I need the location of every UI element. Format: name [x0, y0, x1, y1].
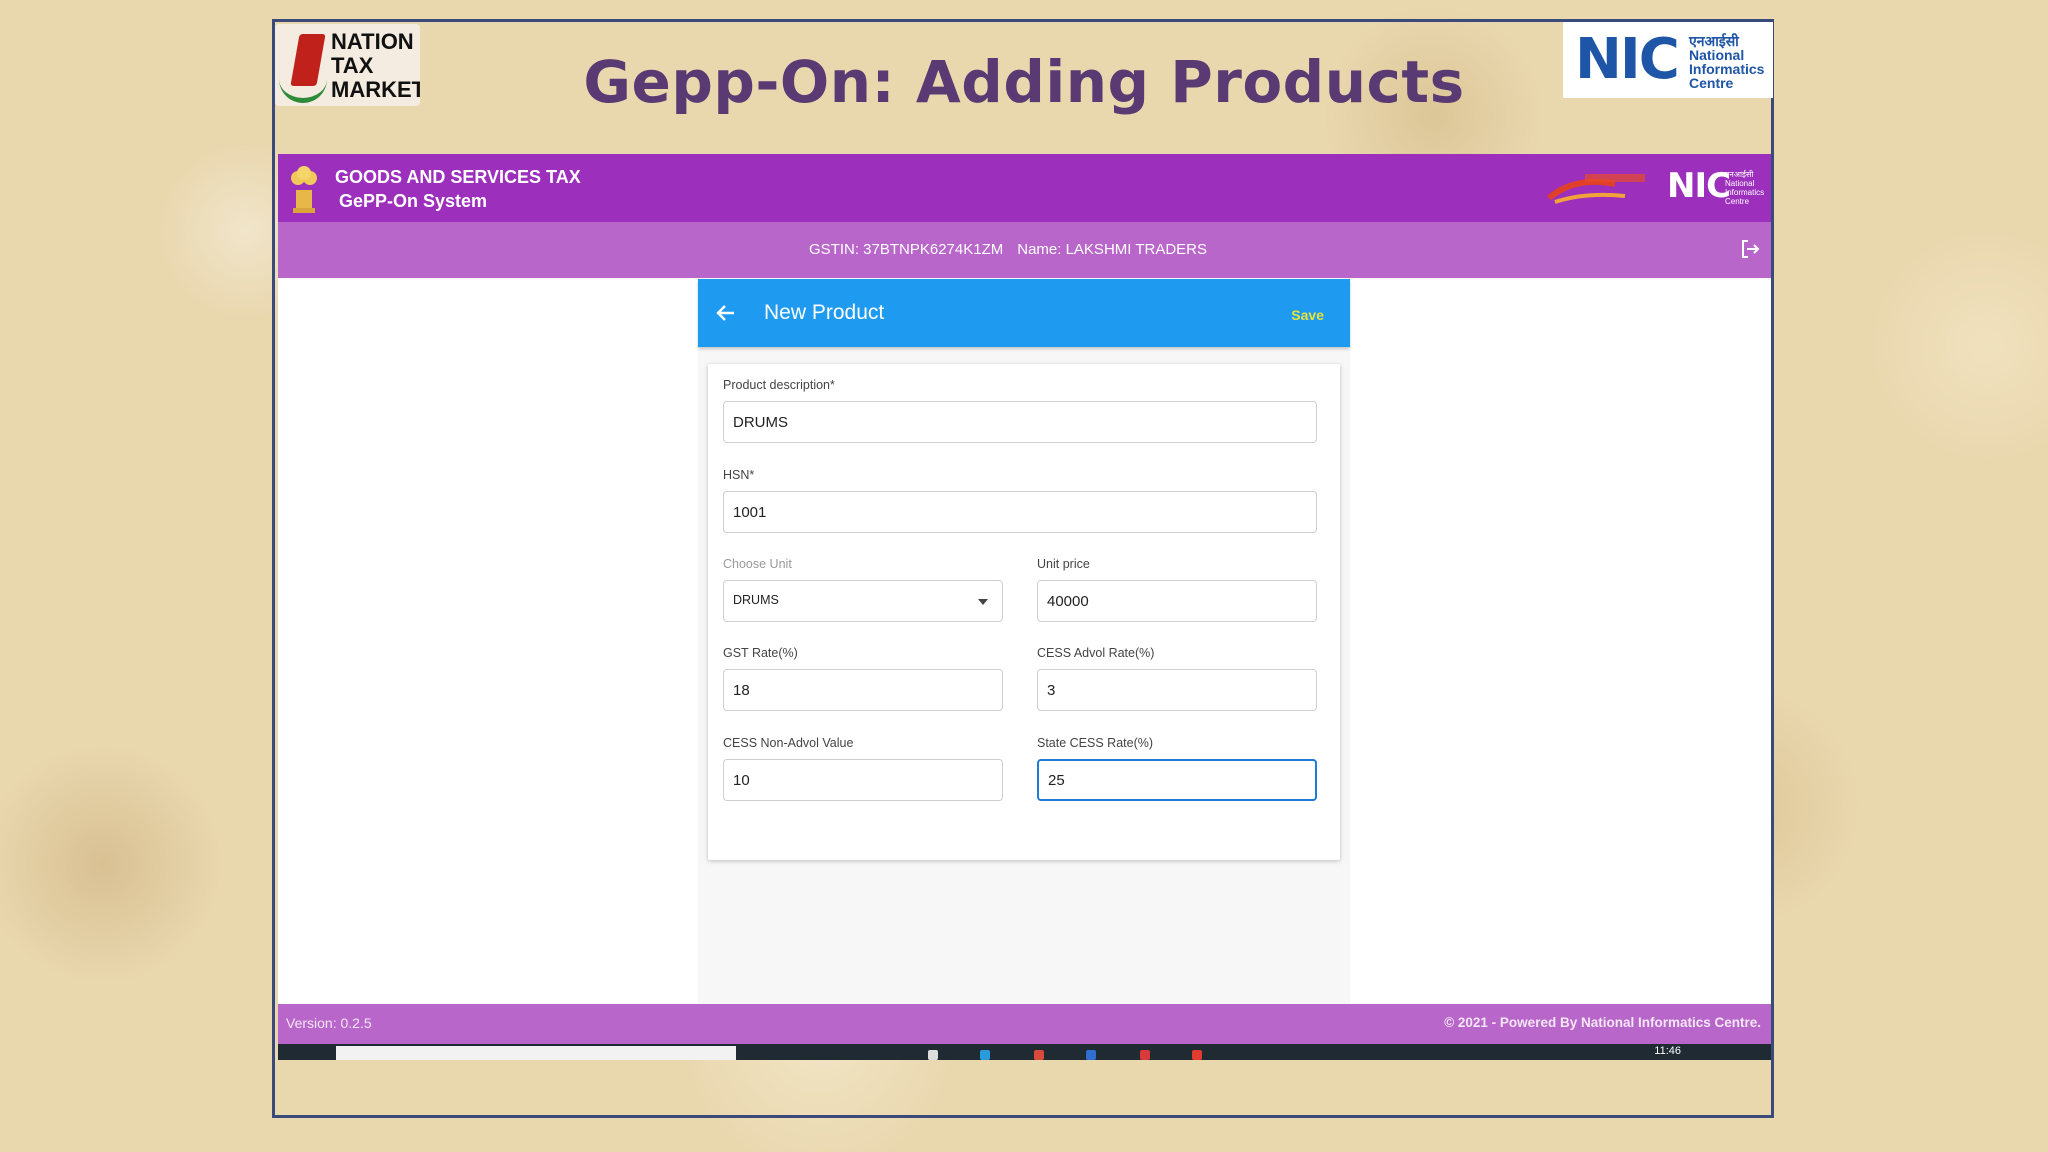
- hsn-label: HSN*: [723, 468, 755, 482]
- cess-non-advol-value-input[interactable]: [723, 759, 1003, 801]
- new-product-toolbar: New Product Save: [698, 279, 1350, 347]
- product-form-card: Product description* HSN* Choose Unit DR…: [708, 364, 1340, 860]
- taskbar-search-box[interactable]: [336, 1046, 736, 1060]
- header-nic-caption: एनआईसी National Informatics Centre: [1725, 170, 1764, 206]
- app-title-sub: GePP-On System: [339, 191, 488, 211]
- taskbar-clock: 11:46: [1654, 1045, 1681, 1057]
- gstin-text: GSTIN: 37BTNPK6274K1ZM: [808, 241, 1004, 258]
- state-cess-rate-input[interactable]: [1037, 759, 1317, 801]
- trader-name-text: Name: LAKSHMI TRADERS: [1017, 241, 1208, 258]
- nic-logo-text: NIC: [1575, 27, 1680, 92]
- cess-advol-rate-input[interactable]: [1037, 669, 1317, 711]
- panel-title: New Product: [764, 301, 885, 324]
- choose-unit-select[interactable]: DRUMS: [723, 580, 1003, 622]
- app-footer: Version: 0.2.5 © 2021 - Powered By Natio…: [278, 1004, 1771, 1044]
- ntm-small-logo-icon: [1547, 174, 1645, 204]
- unit-price-label: Unit price: [1037, 557, 1090, 571]
- taskbar-browser-icon[interactable]: [980, 1050, 990, 1060]
- user-info: GSTIN: 37BTNPK6274K1ZM Name: LAKSHMI TRAD…: [278, 241, 1738, 258]
- taskbar-pdf-icon[interactable]: [1140, 1050, 1150, 1060]
- taskbar-edge-icon[interactable]: [1086, 1050, 1096, 1060]
- header-logos: NIC एनआईसी National Informatics Centre: [1545, 164, 1765, 212]
- product-description-label: Product description*: [723, 378, 835, 392]
- header-nic-caption-2: Informatics: [1725, 188, 1765, 197]
- chevron-down-icon: [978, 599, 988, 605]
- choose-unit-value: DRUMS: [733, 593, 779, 607]
- cess-non-advol-value-label: CESS Non-Advol Value: [723, 736, 854, 750]
- cess-advol-rate-label: CESS Advol Rate(%): [1037, 646, 1155, 660]
- logout-icon[interactable]: [1739, 238, 1761, 260]
- app-title: GOODS AND SERVICES TAX GePP-On System: [335, 165, 581, 213]
- save-button[interactable]: Save: [1291, 307, 1324, 323]
- version-text: Version: 0.2.5: [286, 1015, 372, 1031]
- taskbar-office-icon[interactable]: [1192, 1050, 1202, 1060]
- emblem-icon: [291, 166, 317, 213]
- choose-unit-label: Choose Unit: [723, 557, 792, 571]
- nic-caption-3: Centre: [1689, 75, 1734, 91]
- os-taskbar: 11:46: [278, 1044, 1771, 1060]
- app-title-main: GOODS AND SERVICES TAX: [335, 167, 581, 187]
- header-nic-caption-1: National: [1725, 179, 1755, 188]
- header-nic-caption-3: Centre: [1725, 197, 1750, 206]
- back-arrow-icon[interactable]: [714, 301, 738, 325]
- state-cess-rate-label: State CESS Rate(%): [1037, 736, 1154, 750]
- nic-logo-caption: एनआईसी National Informatics Centre: [1689, 34, 1764, 90]
- app-header: GOODS AND SERVICES TAX GePP-On System NI…: [278, 154, 1771, 222]
- nic-caption-hindi: एनआईसी: [1689, 33, 1739, 49]
- taskbar-chrome-icon[interactable]: [1034, 1050, 1044, 1060]
- app-screenshot: GOODS AND SERVICES TAX GePP-On System NI…: [278, 154, 1771, 1060]
- taskbar-app-icon[interactable]: [928, 1050, 938, 1060]
- copyright-text: © 2021 - Powered By National Informatics…: [1444, 1015, 1761, 1030]
- gst-rate-label: GST Rate(%): [723, 646, 798, 660]
- nic-caption-1: National: [1689, 47, 1745, 63]
- header-nic-logo: NIC: [1667, 166, 1731, 206]
- user-info-bar: GSTIN: 37BTNPK6274K1ZM Name: LAKSHMI TRAD…: [278, 222, 1771, 278]
- nic-logo: NIC एनआईसी National Informatics Centre: [1563, 22, 1773, 98]
- hsn-input[interactable]: [723, 491, 1317, 533]
- gst-rate-input[interactable]: [723, 669, 1003, 711]
- unit-price-input[interactable]: [1037, 580, 1317, 622]
- nic-caption-2: Informatics: [1689, 61, 1765, 77]
- product-description-input[interactable]: [723, 401, 1317, 443]
- header-nic-caption-hindi: एनआईसी: [1725, 170, 1754, 179]
